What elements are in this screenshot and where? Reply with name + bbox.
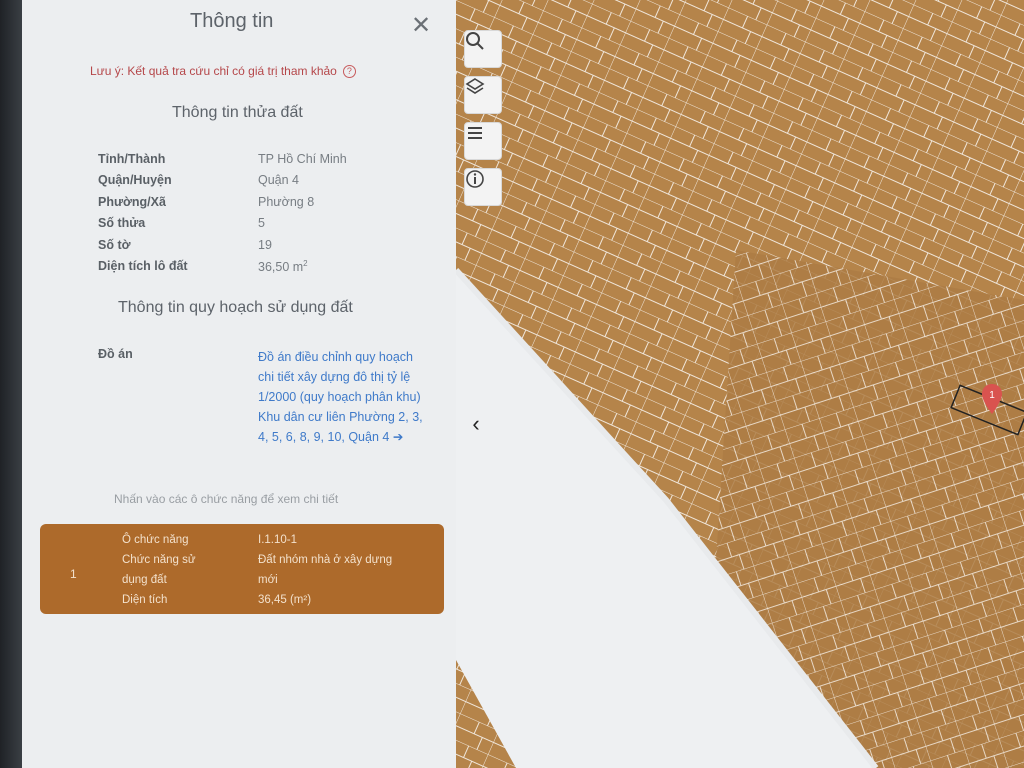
- parcel-section-title: Thông tin thửa đất: [172, 104, 303, 121]
- info-row-province: Tỉnh/Thành TP Hồ Chí Minh: [98, 148, 438, 170]
- zone-value: 36,45 (m²): [258, 594, 312, 606]
- info-value: 19: [258, 237, 272, 252]
- info-tool-button[interactable]: [464, 168, 502, 206]
- disclaimer-note: Lưu ý: Kết quả tra cứu chỉ có giá trị th…: [90, 64, 356, 79]
- close-icon[interactable]: ✕: [408, 14, 434, 40]
- zone-label: Chức năng sử: [122, 554, 196, 566]
- zone-index: 1: [70, 567, 77, 581]
- list-tool-button[interactable]: [464, 122, 502, 160]
- marker-label: 1: [989, 390, 995, 401]
- info-row-sheet-number: Số tờ 19: [98, 234, 438, 256]
- info-label: Quận/Huyện: [98, 173, 172, 188]
- info-label: Diện tích lô đất: [98, 259, 188, 274]
- zone-label: Diện tích: [122, 594, 168, 606]
- info-label: Tỉnh/Thành: [98, 151, 166, 166]
- info-label: Số tờ: [98, 237, 131, 252]
- info-panel: Thông tin ✕ Lưu ý: Kết quả tra cứu chỉ c…: [22, 0, 456, 768]
- info-icon: [466, 170, 484, 188]
- info-row-ward: Phường/Xã Phường 8: [98, 191, 438, 213]
- info-row-parcel-number: Số thửa 5: [98, 213, 438, 235]
- info-value: 36,50 m2: [258, 259, 308, 274]
- info-row-area: Diện tích lô đất 36,50 m2: [98, 256, 438, 278]
- zone-card[interactable]: 1 Ô chức năng I.1.10-1 Chức năng sử Đất …: [40, 524, 444, 614]
- zone-label: dụng đất: [122, 574, 167, 586]
- plan-label: Đồ án: [98, 347, 133, 361]
- chevron-left-icon: ‹: [472, 411, 480, 436]
- info-value: Phường 8: [258, 194, 315, 209]
- zone-value: Đất nhóm nhà ở xây dựng: [258, 554, 393, 566]
- info-value: 5: [258, 216, 265, 231]
- panel-header: Thông tin ✕: [22, 6, 456, 40]
- panel-title: Thông tin: [190, 10, 274, 32]
- disclaimer-text: Lưu ý: Kết quả tra cứu chỉ có giá trị th…: [90, 64, 337, 78]
- layers-tool-button[interactable]: [464, 76, 502, 114]
- info-value: TP Hồ Chí Minh: [258, 151, 347, 166]
- info-value: Quận 4: [258, 173, 300, 188]
- screen-bezel: [0, 0, 22, 768]
- area-value: 36,50 m: [258, 259, 304, 274]
- collapse-panel-button[interactable]: ‹: [464, 410, 488, 438]
- zone-value: mới: [258, 574, 278, 586]
- map-pin-icon: 1: [982, 384, 1002, 414]
- arrow-right-icon[interactable]: ➔: [393, 430, 403, 444]
- info-row-district: Quận/Huyện Quận 4: [98, 170, 438, 192]
- search-icon: [466, 32, 484, 50]
- info-label: Phường/Xã: [98, 194, 166, 209]
- map-view[interactable]: ‹ 1: [456, 0, 1024, 768]
- help-icon[interactable]: ?: [342, 65, 356, 79]
- planning-section-title: Thông tin quy hoạch sử dụng đất: [118, 299, 353, 316]
- zone-value: I.1.10-1: [258, 534, 297, 546]
- plan-link[interactable]: Đồ án điều chỉnh quy hoạch chi tiết xây …: [258, 347, 428, 447]
- hint-text: Nhấn vào các ô chức năng để xem chi tiết: [114, 492, 339, 506]
- zone-label: Ô chức năng: [122, 534, 189, 546]
- layers-icon: [465, 78, 485, 94]
- area-unit-exponent: 2: [303, 258, 308, 268]
- search-tool-button[interactable]: [464, 30, 502, 68]
- info-label: Số thửa: [98, 216, 146, 231]
- list-icon: [468, 127, 482, 139]
- map-canvas[interactable]: [456, 0, 1024, 768]
- parcel-info-table: Tỉnh/Thành TP Hồ Chí Minh Quận/Huyện Quậ…: [98, 148, 438, 277]
